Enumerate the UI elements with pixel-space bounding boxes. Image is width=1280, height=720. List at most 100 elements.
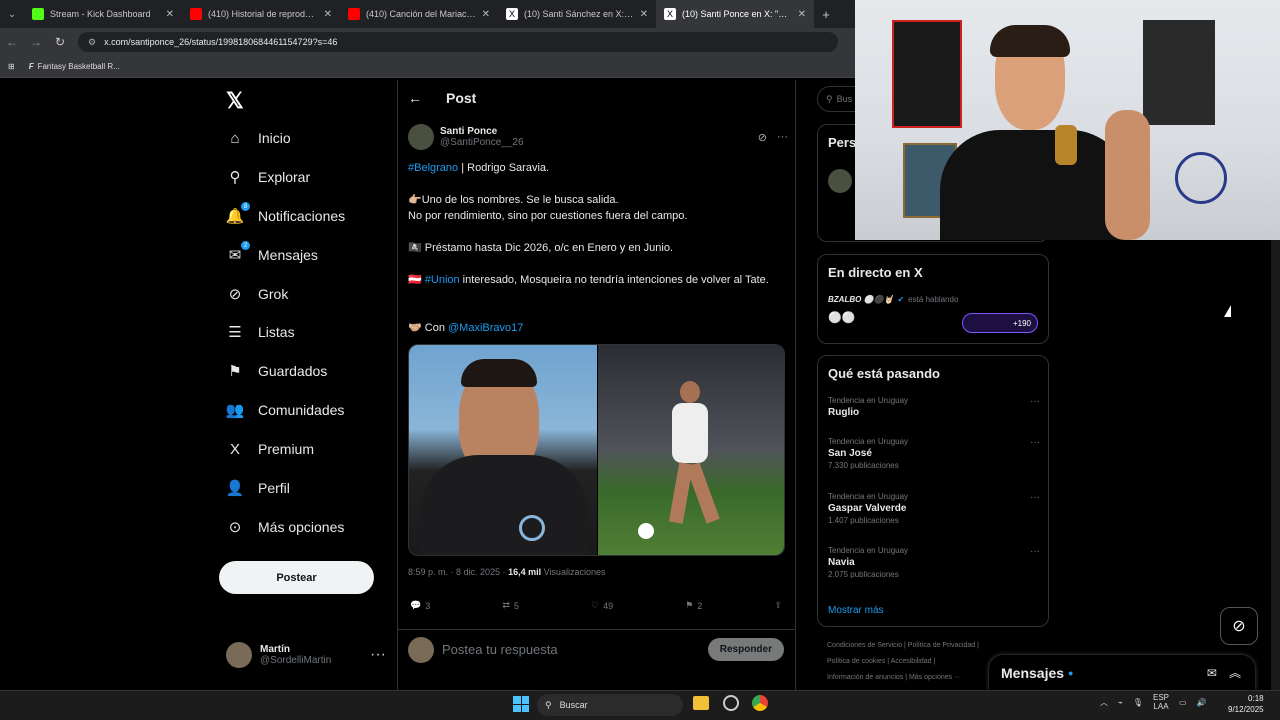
more-icon[interactable]: ··· [1030, 546, 1040, 557]
close-icon[interactable]: ✕ [324, 9, 332, 20]
tab-search-icon[interactable]: ⌄ [0, 0, 24, 28]
tab-youtube-song[interactable]: (410) Canción del Mariachi (lla ✕ [340, 0, 498, 28]
bookmark-fantasy[interactable]: Fantasy Basketball R... [38, 62, 120, 71]
post-text-line: 🏴‍☠️ Préstamo hasta Dic 2026, o/c en Ene… [408, 242, 674, 254]
sidebar-item-label: Comunidades [258, 402, 345, 418]
reply-action[interactable]: 💬 3 [410, 600, 430, 611]
sidebar-item-label: Notificaciones [258, 208, 346, 224]
grok-icon[interactable]: ⊘ [758, 131, 767, 144]
windows-start-icon[interactable] [513, 696, 529, 712]
post-header: ← Post [408, 90, 476, 106]
trend-item[interactable]: Tendencia en Uruguay Navia 2.075 publica… [828, 546, 1040, 579]
mic-icon[interactable]: 🎙 [1133, 698, 1143, 707]
tab-x-ponce[interactable]: X (10) Santi Ponce en X: "#Belgra ✕ [656, 0, 814, 28]
post-media[interactable] [408, 344, 785, 556]
more-icon[interactable]: ··· [370, 646, 386, 664]
reply-button[interactable]: Responder [707, 638, 784, 661]
more-icon[interactable]: ··· [1030, 437, 1040, 448]
sidebar-item-guardados[interactable]: ⚑ Guardados [226, 355, 327, 387]
grok-icon[interactable]: ⊘ [1220, 607, 1258, 645]
network-icon[interactable]: ⌁ [1118, 698, 1123, 707]
x-premium-icon: X [229, 440, 240, 458]
player-photo-match[interactable] [598, 345, 784, 555]
communities-icon: 👥 [225, 402, 245, 419]
trend-item[interactable]: Tendencia en Uruguay San José 7.330 publ… [828, 437, 1040, 470]
reload-icon[interactable]: ↻ [48, 35, 72, 49]
unread-dot-icon: ● [1068, 667, 1074, 678]
forward-icon[interactable]: → [24, 35, 48, 49]
chevron-up-icon[interactable]: ︽ [1229, 664, 1241, 681]
post-time[interactable]: 8:59 p. m. · 8 dic. 2025 · [408, 567, 508, 577]
sidebar-item-inicio[interactable]: ⌂ Inicio [226, 122, 290, 154]
show-more-link[interactable]: Mostrar más [828, 605, 884, 616]
more-icon[interactable]: ··· [1030, 492, 1040, 503]
close-icon[interactable]: ✕ [640, 9, 648, 20]
account-switcher[interactable]: Martín @SordelliMartin ··· [226, 642, 386, 668]
repost-action[interactable]: ⇄ 5 [502, 600, 519, 611]
trend-item[interactable]: Tendencia en Uruguay Gaspar Valverde 1.4… [828, 492, 1040, 525]
trend-item[interactable]: Tendencia en Uruguay Ruglio ··· [828, 396, 1040, 418]
close-icon[interactable]: ✕ [798, 9, 806, 20]
url-field[interactable]: ⚙ x.com/santiponce_26/status/19981806844… [78, 32, 838, 52]
file-explorer-icon[interactable] [693, 696, 709, 710]
share-icon[interactable]: ⇪ [774, 600, 782, 611]
tab-youtube-history[interactable]: (410) Historial de reproducción ✕ [182, 0, 340, 28]
sidebar-item-explorar[interactable]: ⚲ Explorar [226, 161, 311, 193]
apps-icon[interactable]: ⊞ [8, 62, 15, 71]
language-indicator[interactable]: ESP LAA [1153, 693, 1169, 711]
post-button[interactable]: Postear [219, 561, 374, 594]
bookmark-action[interactable]: ⚑ 2 [685, 600, 702, 611]
sidebar-item-perfil[interactable]: 👤 Perfil [226, 472, 290, 504]
close-icon[interactable]: ✕ [482, 9, 490, 20]
avatar[interactable] [828, 169, 852, 193]
clock[interactable]: 0:18 9/12/2025 [1228, 693, 1264, 715]
live-space[interactable]: BZALBO ⚪⚫🤘🏻 ✔ está hablando [828, 295, 958, 304]
mention-link[interactable]: @MaxiBravo17 [448, 322, 523, 334]
new-message-icon[interactable]: ✉ [1207, 666, 1217, 680]
sidebar-item-grok[interactable]: ⊘ Grok [226, 278, 289, 310]
search-icon: ⚲ [229, 169, 241, 186]
sidebar-item-comunidades[interactable]: 👥 Comunidades [225, 394, 345, 426]
player-photo-portrait[interactable] [409, 345, 597, 555]
sidebar-item-mensajes[interactable]: ✉ 2 Mensajes [226, 239, 318, 271]
x-logo-icon[interactable]: 𝕏 [226, 88, 244, 114]
sidebar-item-mas-opciones[interactable]: ⊙ Más opciones [226, 511, 345, 543]
author-name[interactable]: Santi Ponce [440, 126, 524, 137]
youtube-icon [190, 8, 202, 20]
chevron-up-icon[interactable]: ︿ [1100, 697, 1108, 708]
footer-links[interactable]: Política de cookies | Accesibilidad | [827, 658, 935, 665]
post-text-line: No por rendimiento, sino por cuestiones … [408, 210, 688, 222]
monitor-icon[interactable]: ▭ [1179, 698, 1187, 707]
messages-dock[interactable]: Mensajes ● ✉ ︽ [989, 655, 1255, 690]
sidebar-item-notificaciones[interactable]: 🔔 8 Notificaciones [226, 200, 345, 232]
post-author: Santi Ponce @SantiPonce__26 ⊘ ··· [408, 124, 788, 150]
author-avatar[interactable] [408, 124, 434, 150]
author-handle[interactable]: @SantiPonce__26 [440, 137, 524, 148]
sidebar-item-premium[interactable]: X Premium [226, 433, 314, 465]
scrollbar[interactable] [1271, 240, 1280, 690]
taskbar-search[interactable]: ⚲ Buscar [537, 694, 683, 716]
new-tab-button[interactable]: + [814, 0, 838, 28]
footer-links[interactable]: Condiciones de Servicio | Política de Pr… [827, 642, 979, 649]
hashtag-link[interactable]: #Union [425, 274, 460, 286]
close-icon[interactable]: ✕ [166, 9, 174, 20]
reply-input[interactable]: Postea tu respuesta [442, 642, 558, 657]
app-icon[interactable] [723, 695, 739, 711]
site-info-icon[interactable]: ⚙ [88, 37, 96, 48]
more-icon[interactable]: ··· [777, 131, 788, 144]
x-icon: X [506, 8, 518, 20]
footer-links[interactable]: Información de anuncios | Más opciones ·… [827, 674, 961, 681]
search-icon: ⚲ [545, 699, 552, 710]
search-icon: ⚲ [826, 93, 833, 104]
chrome-icon[interactable] [752, 695, 768, 711]
more-icon[interactable]: ··· [1030, 396, 1040, 407]
back-icon[interactable]: ← [0, 35, 24, 49]
tab-x-sanchez[interactable]: X (10) Santi Sánchez en X: "En el ✕ [498, 0, 656, 28]
volume-icon[interactable]: 🔊 [1197, 698, 1207, 707]
live-listeners[interactable]: +190 [962, 313, 1038, 333]
back-arrow-icon[interactable]: ← [408, 90, 422, 106]
tab-kick[interactable]: Stream - Kick Dashboard ✕ [24, 0, 182, 28]
sidebar-item-listas[interactable]: ☰ Listas [226, 316, 294, 348]
hashtag-link[interactable]: #Belgrano [408, 162, 458, 174]
like-action[interactable]: ♡ 49 [591, 600, 613, 611]
